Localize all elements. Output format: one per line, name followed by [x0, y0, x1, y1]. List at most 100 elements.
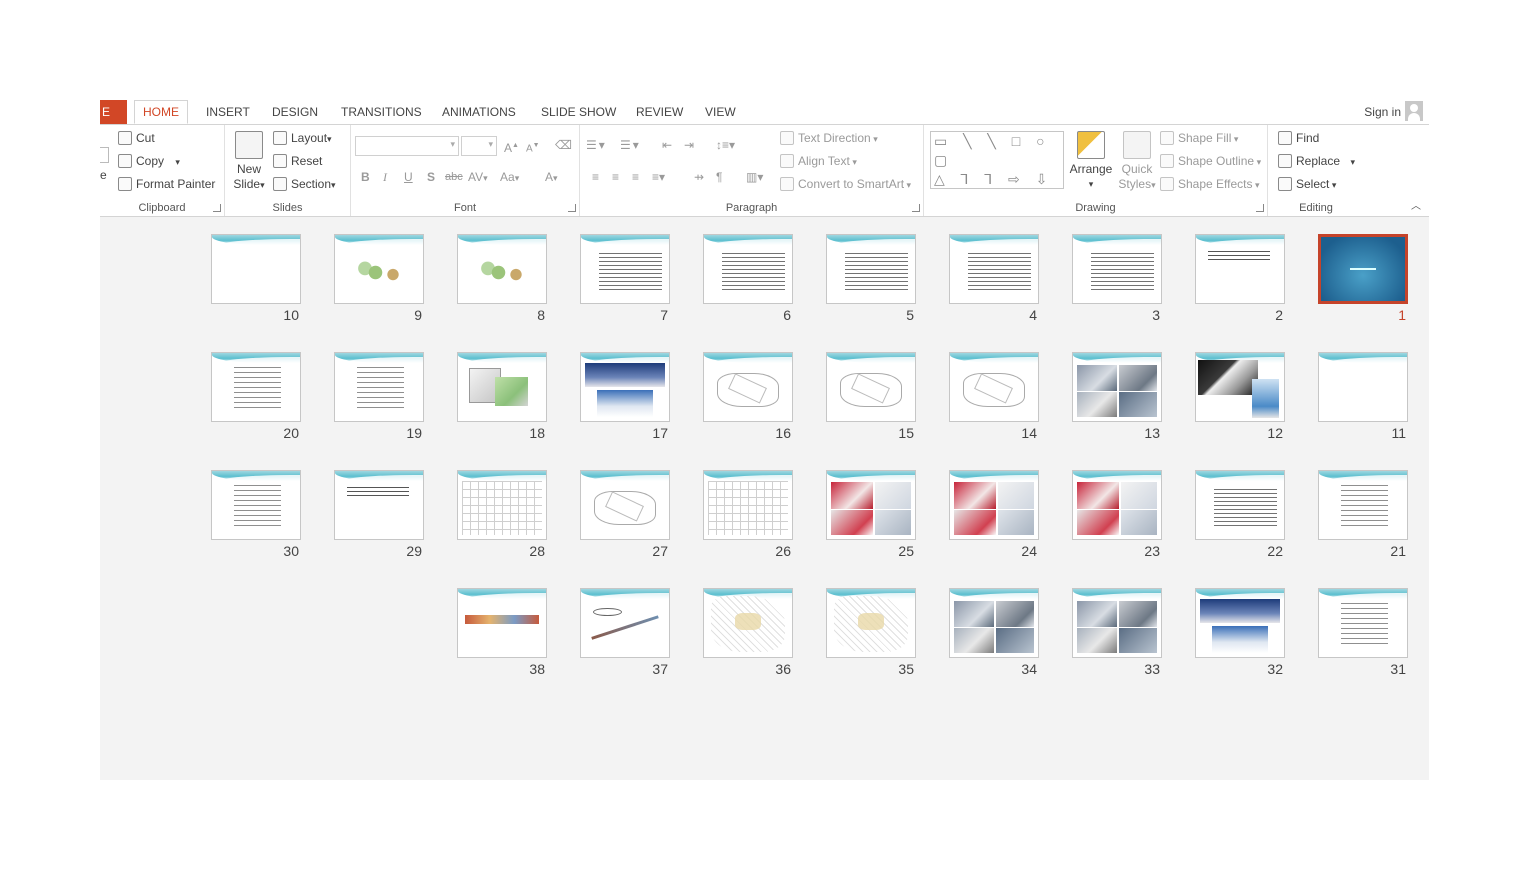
slide-thumbnail[interactable]: [1318, 470, 1408, 540]
slide-thumbnail[interactable]: [211, 470, 301, 540]
dialog-launcher-icon[interactable]: [912, 204, 920, 212]
sign-in-link[interactable]: Sign in: [1364, 100, 1401, 124]
slide-thumbnail[interactable]: [1195, 470, 1285, 540]
line-spacing-icon[interactable]: ↕≡▾: [716, 137, 735, 153]
new-slide-button[interactable]: New Slide▾: [231, 131, 267, 193]
arrange-button[interactable]: Arrange ▾: [1068, 131, 1114, 192]
underline-button[interactable]: U: [404, 169, 413, 185]
font-color-button[interactable]: A▾: [545, 169, 558, 186]
tab-transitions[interactable]: TRANSITIONS: [341, 100, 422, 124]
slide-thumbnail[interactable]: [1195, 352, 1285, 422]
slide-thumbnail[interactable]: [457, 470, 547, 540]
shrink-font-button[interactable]: A▼: [526, 138, 540, 157]
quick-styles-button[interactable]: Quick Styles▾: [1116, 131, 1158, 193]
tab-review[interactable]: REVIEW: [636, 100, 683, 124]
slide-thumbnail[interactable]: [949, 588, 1039, 658]
shape-fill-button[interactable]: Shape Fill ▾: [1160, 130, 1238, 147]
section-button[interactable]: Section▾: [273, 176, 336, 193]
slide-thumbnail[interactable]: [826, 352, 916, 422]
slide-thumbnail[interactable]: [1195, 234, 1285, 304]
slide-thumbnail[interactable]: [457, 588, 547, 658]
text-direction-button[interactable]: Text Direction ▾: [780, 130, 878, 147]
slide-thumbnail[interactable]: [949, 470, 1039, 540]
slide-thumbnail[interactable]: [1318, 588, 1408, 658]
bullets-icon[interactable]: ☰▾: [586, 137, 607, 153]
copy-button[interactable]: Copy ▾: [118, 153, 180, 170]
paste-icon[interactable]: [100, 147, 109, 163]
decrease-indent-icon[interactable]: ⇤: [662, 137, 672, 153]
tab-insert[interactable]: INSERT: [206, 100, 250, 124]
slide-thumbnail[interactable]: [211, 234, 301, 304]
grow-font-button[interactable]: A▲: [504, 138, 519, 156]
chevron-down-icon[interactable]: ▾: [175, 157, 180, 167]
slide-thumbnail[interactable]: [703, 588, 793, 658]
slide-thumbnail[interactable]: [457, 234, 547, 304]
slide-thumbnail[interactable]: [580, 234, 670, 304]
replace-button[interactable]: Replace ▾: [1278, 153, 1355, 170]
slide-thumbnail[interactable]: [1072, 470, 1162, 540]
shape-effects-button[interactable]: Shape Effects ▾: [1160, 176, 1260, 193]
align-center-icon[interactable]: ≡: [612, 169, 619, 185]
clear-formatting-icon[interactable]: ⌫: [555, 137, 572, 153]
slide-thumbnail[interactable]: [580, 352, 670, 422]
reset-button[interactable]: Reset: [273, 153, 322, 169]
dialog-launcher-icon[interactable]: [568, 204, 576, 212]
shadow-button[interactable]: S: [427, 169, 435, 185]
layout-button[interactable]: Layout▾: [273, 130, 332, 147]
columns-icon[interactable]: ▥▾: [746, 169, 763, 185]
slide-thumbnail[interactable]: [826, 234, 916, 304]
slide-thumbnail[interactable]: [580, 588, 670, 658]
slide-thumbnail[interactable]: [703, 470, 793, 540]
font-name-combo[interactable]: [355, 136, 459, 156]
justify-icon[interactable]: ≡▾: [652, 169, 665, 185]
collapse-ribbon-icon[interactable]: ︿: [1411, 197, 1421, 212]
tab-animations[interactable]: ANIMATIONS: [442, 100, 516, 124]
tab-home[interactable]: HOME: [134, 100, 188, 124]
slide-thumbnail[interactable]: [703, 234, 793, 304]
slide-thumbnail[interactable]: [334, 470, 424, 540]
slide-thumbnail[interactable]: [826, 470, 916, 540]
shape-outline-button[interactable]: Shape Outline ▾: [1160, 153, 1261, 170]
slide-thumbnail[interactable]: [580, 470, 670, 540]
cut-button[interactable]: Cut: [118, 130, 155, 146]
ltr-icon[interactable]: ⇸: [694, 169, 704, 185]
align-left-icon[interactable]: ≡: [592, 169, 599, 185]
convert-smartart-button[interactable]: Convert to SmartArt ▾: [780, 176, 911, 193]
slide-thumbnail[interactable]: [1195, 588, 1285, 658]
increase-indent-icon[interactable]: ⇥: [684, 137, 694, 153]
find-button[interactable]: Find: [1278, 130, 1319, 146]
font-size-combo[interactable]: [461, 136, 497, 156]
bold-button[interactable]: B: [361, 169, 370, 185]
numbering-icon[interactable]: ☰▾: [620, 137, 641, 153]
change-case-button[interactable]: Aa▾: [500, 169, 519, 186]
slide-thumbnail[interactable]: [211, 352, 301, 422]
tab-view[interactable]: VIEW: [705, 100, 736, 124]
dialog-launcher-icon[interactable]: [213, 204, 221, 212]
slide-thumbnail[interactable]: [1318, 234, 1408, 304]
slide-thumbnail[interactable]: [334, 352, 424, 422]
dialog-launcher-icon[interactable]: [1256, 204, 1264, 212]
slide-thumbnail[interactable]: [1072, 588, 1162, 658]
align-right-icon[interactable]: ≡: [632, 169, 639, 185]
slide-thumbnail[interactable]: [1072, 352, 1162, 422]
paste-label[interactable]: e: [100, 167, 107, 183]
slide-thumbnail[interactable]: [1318, 352, 1408, 422]
strikethrough-button[interactable]: abc: [445, 169, 463, 185]
tab-slide-show[interactable]: SLIDE SHOW: [541, 100, 616, 124]
slide-thumbnail[interactable]: [826, 588, 916, 658]
tab-file[interactable]: E: [100, 100, 127, 124]
tab-design[interactable]: DESIGN: [272, 100, 318, 124]
user-avatar-icon[interactable]: [1405, 101, 1423, 121]
select-button[interactable]: Select ▾: [1278, 176, 1336, 193]
slide-thumbnail[interactable]: [457, 352, 547, 422]
shapes-gallery[interactable]: ▭ ╲ ╲ □ ○ ▢ △ ⅂ ⅂ ⇨ ⇩ ⬡ ⌇ ⌒ ∩ { } ☆: [930, 131, 1064, 189]
slide-thumbnail[interactable]: [949, 352, 1039, 422]
character-spacing-button[interactable]: AV▾: [468, 169, 488, 186]
slide-thumbnail[interactable]: [1072, 234, 1162, 304]
slide-thumbnail[interactable]: [703, 352, 793, 422]
format-painter-button[interactable]: Format Painter: [118, 176, 215, 192]
rtl-icon[interactable]: ¶: [716, 169, 722, 185]
align-text-button[interactable]: Align Text ▾: [780, 153, 857, 170]
italic-button[interactable]: I: [383, 169, 387, 185]
slide-thumbnail[interactable]: [949, 234, 1039, 304]
